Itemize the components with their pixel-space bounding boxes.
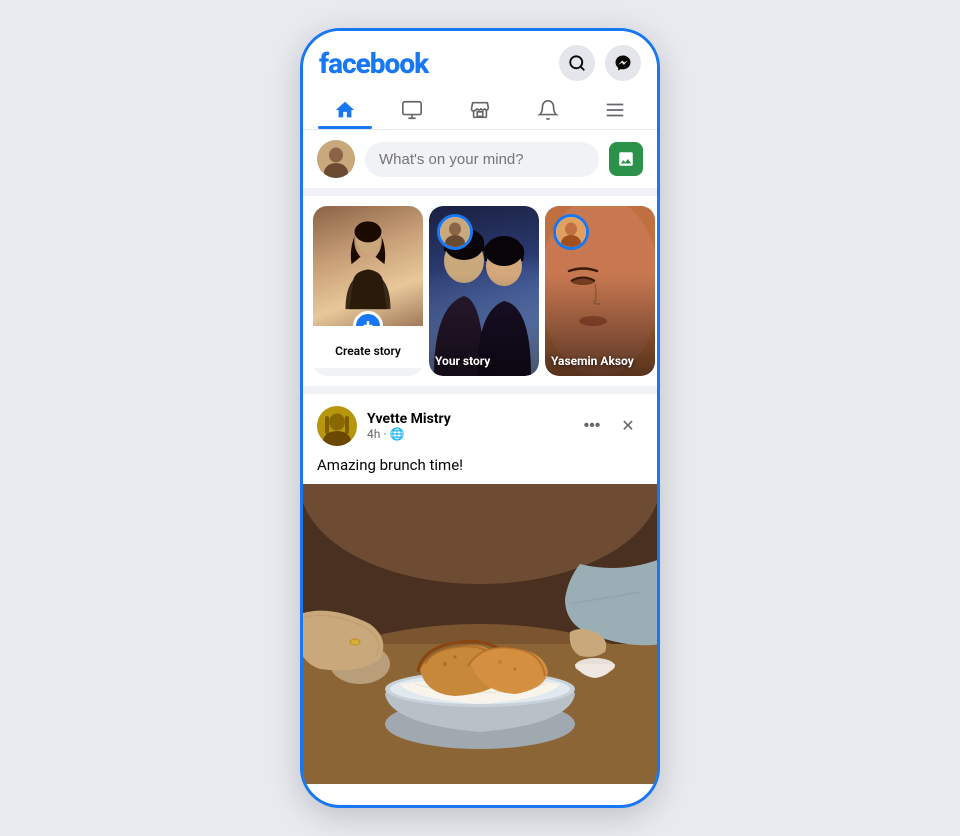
- nav-notifications[interactable]: [514, 89, 582, 129]
- header-actions: [559, 45, 641, 81]
- post-input[interactable]: [365, 142, 599, 177]
- composer-avatar: [317, 140, 355, 178]
- post-author-name: Yvette Mistry: [367, 411, 567, 427]
- post-header: Yvette Mistry 4h · 🌐 ••• ✕: [303, 394, 657, 452]
- nav-home[interactable]: [311, 89, 379, 129]
- create-story-plus-icon: +: [353, 311, 383, 326]
- post-avatar-image: [317, 406, 357, 446]
- marketplace-icon: [469, 99, 491, 121]
- bell-icon: [537, 99, 559, 121]
- yasemin-story-card[interactable]: Yasemin Aksoy: [545, 206, 655, 376]
- watch-icon: [401, 99, 423, 121]
- home-icon: [334, 99, 356, 121]
- post-timestamp: 4h · 🌐: [367, 427, 567, 441]
- your-story-avatar: [440, 217, 470, 247]
- create-story-label: Create story: [313, 326, 423, 368]
- your-story-label: Your story: [435, 354, 533, 368]
- create-story-card[interactable]: + Create story: [313, 206, 423, 376]
- post-text-content: Amazing brunch time!: [303, 452, 657, 484]
- your-story-card[interactable]: Your story: [429, 206, 539, 376]
- yasemin-avatar: [556, 217, 586, 247]
- post-close-button[interactable]: ✕: [613, 411, 643, 441]
- search-icon: [568, 54, 586, 72]
- create-story-person: [338, 221, 398, 311]
- yasemin-story-label: Yasemin Aksoy: [551, 354, 649, 368]
- messenger-icon: [614, 54, 632, 72]
- phone-frame: facebook: [300, 28, 660, 808]
- post-image-container: [303, 484, 657, 784]
- search-button[interactable]: [559, 45, 595, 81]
- stories-row: + Create story: [303, 196, 657, 394]
- your-story-avatar-ring: [437, 214, 473, 250]
- navigation-bar: [303, 89, 657, 130]
- user-avatar-icon: [317, 140, 355, 178]
- nav-menu[interactable]: [581, 89, 649, 129]
- post-food-image: [303, 484, 657, 784]
- post-composer: [303, 130, 657, 196]
- news-feed-post: Yvette Mistry 4h · 🌐 ••• ✕ Amazing brunc…: [303, 394, 657, 784]
- nav-marketplace[interactable]: [446, 89, 514, 129]
- nav-watch[interactable]: [379, 89, 447, 129]
- messenger-button[interactable]: [605, 45, 641, 81]
- photo-button[interactable]: [609, 142, 643, 176]
- post-privacy-icon: 🌐: [390, 427, 405, 441]
- photo-icon: [617, 150, 635, 168]
- app-header: facebook: [303, 31, 657, 89]
- post-actions: ••• ✕: [577, 411, 643, 441]
- yasemin-avatar-ring: [553, 214, 589, 250]
- facebook-logo: facebook: [319, 47, 428, 80]
- post-author-avatar: [317, 406, 357, 446]
- menu-icon: [604, 99, 626, 121]
- post-more-button[interactable]: •••: [577, 411, 607, 441]
- post-meta: Yvette Mistry 4h · 🌐: [367, 411, 567, 441]
